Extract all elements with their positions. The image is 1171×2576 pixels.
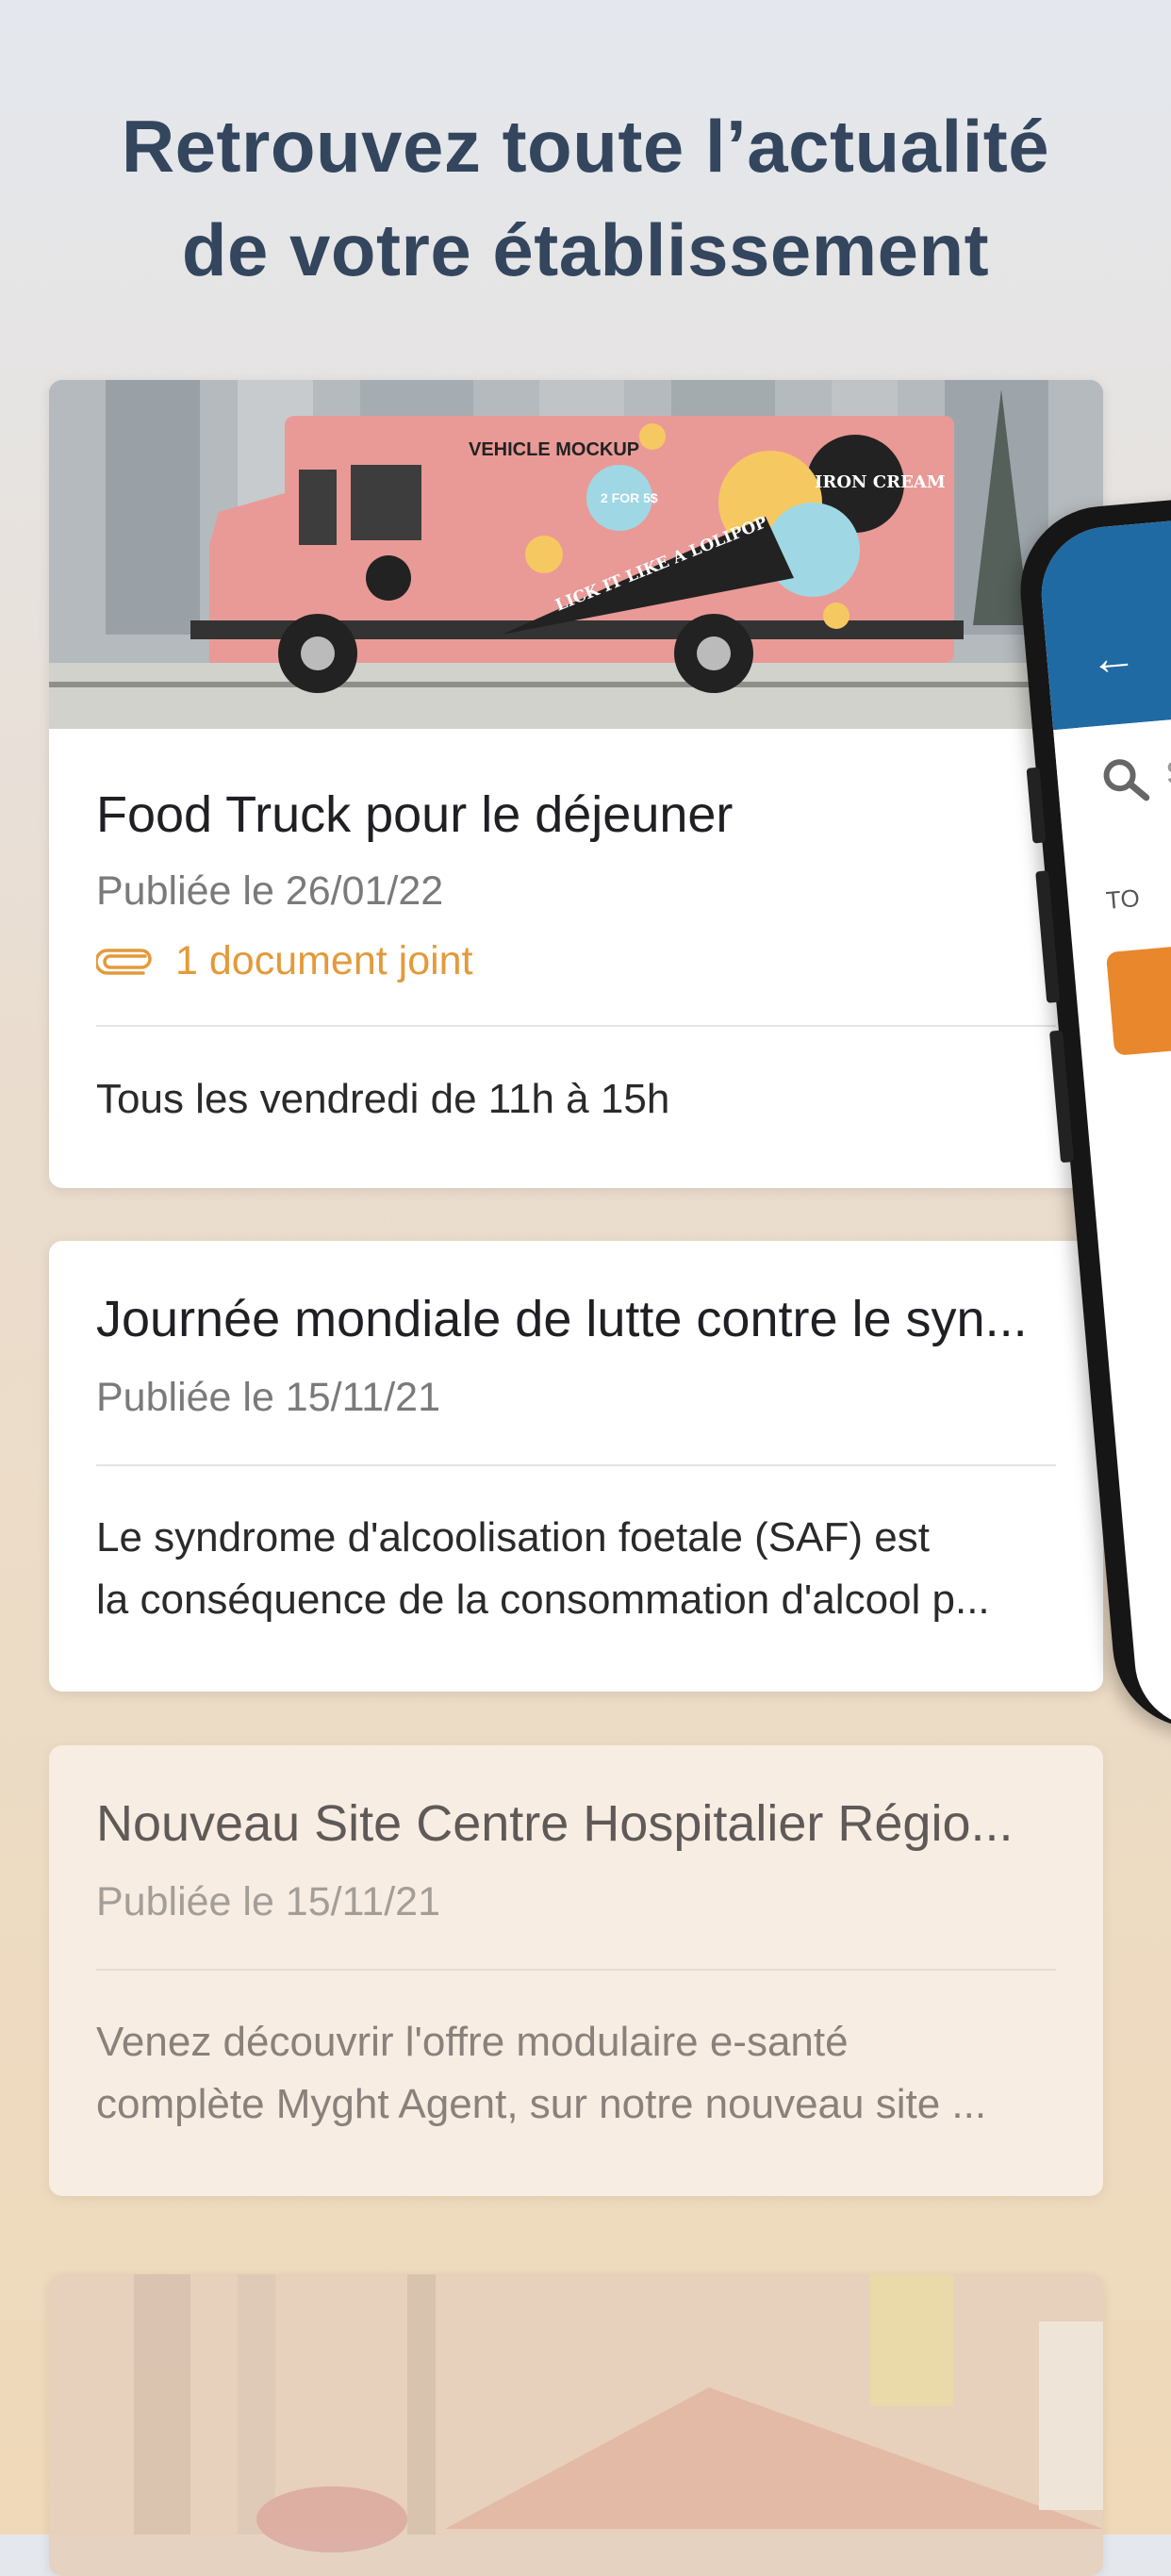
phone-search-placeholder: S xyxy=(1164,754,1171,792)
page-headline: Retrouvez toute l’actualité de votre éta… xyxy=(0,94,1171,302)
brand-text: IRON CREAM xyxy=(815,472,946,492)
news-date: Publiée le 15/11/21 xyxy=(96,1879,440,1924)
news-title: Food Truck pour le déjeuner xyxy=(96,786,734,843)
headline-line-2: de votre établissement xyxy=(181,208,990,291)
food-truck-image: VEHICLE MOCKUP 2 FOR 5$ IRON CREAM LICK … xyxy=(49,380,1103,729)
promo-text: 2 FOR 5$ xyxy=(601,490,658,505)
excerpt-line: Tous les vendredi de 11h à 15h xyxy=(96,1076,670,1122)
card-divider xyxy=(96,1464,1056,1466)
attachment-link[interactable]: 1 document joint xyxy=(96,938,473,984)
news-card-food-truck[interactable]: VEHICLE MOCKUP 2 FOR 5$ IRON CREAM LICK … xyxy=(49,380,1103,1188)
excerpt-line: Le syndrome d'alcoolisation foetale (SAF… xyxy=(96,1514,930,1560)
hospital-image xyxy=(49,2274,1103,2576)
news-excerpt: Venez découvrir l'offre modulaire e-sant… xyxy=(96,2011,1056,2136)
excerpt-line: la conséquence de la consommation d'alco… xyxy=(96,1577,990,1623)
news-date: Publiée le 26/01/22 xyxy=(96,868,444,914)
phone-appbar: ← xyxy=(1035,502,1171,731)
news-card-hospital-image[interactable] xyxy=(49,2274,1103,2576)
news-excerpt: Le syndrome d'alcoolisation foetale (SAF… xyxy=(96,1507,1056,1631)
news-excerpt: Tous les vendredi de 11h à 15h xyxy=(96,1068,669,1131)
news-title: Nouveau Site Centre Hospitalier Régio... xyxy=(96,1795,1014,1852)
vehicle-mockup-text: VEHICLE MOCKUP xyxy=(469,439,639,460)
card-divider xyxy=(96,1969,1056,1971)
arrow-left-icon[interactable]: ← xyxy=(1087,628,1139,686)
card-divider xyxy=(96,1025,1056,1027)
phone-tab-fragment[interactable]: TO xyxy=(1105,883,1141,916)
headline-line-1: Retrouvez toute l’actualité xyxy=(121,105,1050,188)
attachment-label: 1 document joint xyxy=(175,938,473,983)
search-icon xyxy=(1103,759,1150,801)
excerpt-line: complète Myght Agent, sur notre nouveau … xyxy=(96,2081,987,2127)
news-date: Publiée le 15/11/21 xyxy=(96,1375,440,1420)
paperclip-icon xyxy=(96,948,152,975)
news-card-nouveau-site[interactable]: Nouveau Site Centre Hospitalier Régio...… xyxy=(49,1745,1103,2196)
phone-orange-chip[interactable] xyxy=(1105,942,1171,1056)
news-card-saf[interactable]: Journée mondiale de lutte contre le syn.… xyxy=(49,1241,1103,1692)
excerpt-line: Venez découvrir l'offre modulaire e-sant… xyxy=(96,2019,849,2065)
news-title: Journée mondiale de lutte contre le syn.… xyxy=(96,1291,1028,1347)
